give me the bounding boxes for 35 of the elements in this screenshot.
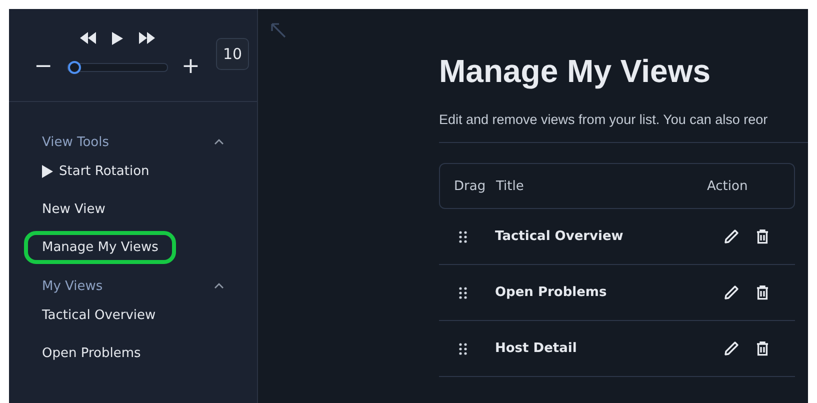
table-cell-text: Tactical Overview <box>495 229 624 244</box>
table-cell-text: Host Detail <box>495 341 578 356</box>
zoom-out-button[interactable]: − <box>34 57 52 77</box>
column-header: Title <box>496 178 525 194</box>
zoom-in-button[interactable]: + <box>182 57 200 77</box>
sidebar-link[interactable]: Manage My Views <box>24 230 176 264</box>
count-badge: 10 <box>216 38 250 70</box>
drag-handle-icon[interactable] <box>459 230 467 242</box>
play-icon[interactable] <box>42 164 53 178</box>
drag-handle-icon[interactable] <box>459 342 467 354</box>
section-title[interactable]: My Views <box>42 278 103 294</box>
pencil-icon[interactable] <box>724 229 739 244</box>
play-icon[interactable] <box>112 32 122 44</box>
table-cell-text: Open Problems <box>495 285 608 300</box>
zoom-slider[interactable] <box>66 62 168 72</box>
page-title: Manage My Views <box>439 53 712 90</box>
column-header: Drag <box>453 178 487 194</box>
drag-handle-icon[interactable] <box>459 286 467 298</box>
chevron-up-icon[interactable] <box>214 139 224 145</box>
chevron-up-icon[interactable] <box>214 283 224 289</box>
trash-icon[interactable] <box>756 229 769 244</box>
pencil-icon[interactable] <box>724 341 739 356</box>
start-rotation-button[interactable]: Start Rotation <box>24 154 168 188</box>
trash-icon[interactable] <box>756 285 769 300</box>
section-title[interactable]: View Tools <box>42 134 110 150</box>
sidebar-link[interactable]: Tactical Overview <box>24 298 174 332</box>
sidebar-link[interactable]: New View <box>24 192 124 226</box>
fast-forward-icon[interactable] <box>138 32 154 44</box>
page-description: Edit and remove views from your list. You can also reor <box>439 112 808 143</box>
trash-icon[interactable] <box>756 341 769 356</box>
column-header: Action <box>707 178 749 194</box>
slider-thumb[interactable] <box>68 60 80 74</box>
rewind-icon[interactable] <box>80 32 96 44</box>
sidebar-link[interactable]: Open Problems <box>24 336 159 370</box>
pencil-icon[interactable] <box>724 285 739 300</box>
